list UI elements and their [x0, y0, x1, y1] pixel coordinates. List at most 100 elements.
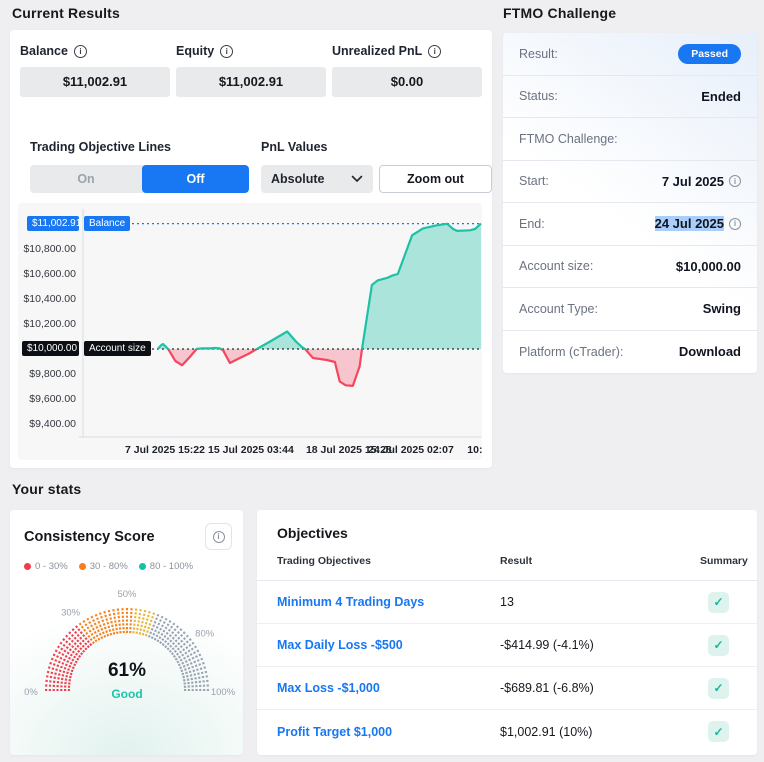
trading-objective-lines-label: Trading Objective Lines — [30, 140, 171, 154]
col-trading-objectives: Trading Objectives — [277, 555, 500, 567]
y-axis-label: $10,600.00 — [18, 268, 76, 280]
consistency-info-button[interactable]: i — [205, 523, 232, 550]
y-axis-label: $9,600.00 — [18, 393, 76, 405]
y-axis-label: $10,200.00 — [18, 318, 76, 330]
y-axis-label: $10,800.00 — [18, 243, 76, 255]
platform-download-link[interactable]: Download — [679, 344, 741, 359]
check-icon: ✓ — [708, 678, 729, 699]
chevron-down-icon — [351, 175, 363, 183]
challenge-type-row: FTMO Challenge: — [503, 118, 757, 161]
balance-label: Balance — [20, 44, 68, 58]
gauge-axis-label: 30% — [61, 607, 81, 618]
consistency-gauge: 0%30%50%80%100% 61% Good — [16, 565, 238, 745]
end-info-icon[interactable]: i — [729, 218, 741, 230]
y-axis-label: $9,400.00 — [18, 418, 76, 430]
balance-chart-svg — [18, 203, 482, 460]
account-type-value: Swing — [703, 301, 741, 316]
check-icon: ✓ — [708, 635, 729, 656]
info-icon: i — [213, 531, 225, 543]
x-axis-label: 10:3 — [467, 444, 482, 456]
x-axis-label: 7 Jul 2025 15:22 — [125, 444, 205, 456]
challenge-type-label: FTMO Challenge: — [519, 132, 618, 146]
objective-lines-toggle[interactable]: On Off — [30, 165, 249, 193]
start-info-icon[interactable]: i — [729, 175, 741, 187]
y-axis-label: $9,800.00 — [18, 368, 76, 380]
status-row: Status: Ended — [503, 76, 757, 119]
account-fields: Balancei $11,002.91 Equityi $11,002.91 U… — [10, 30, 492, 97]
objective-result: 13 — [500, 595, 700, 609]
check-icon: ✓ — [708, 592, 729, 613]
check-icon: ✓ — [708, 721, 729, 742]
account-size-row: Account size: $10,000.00 — [503, 246, 757, 289]
start-value: 7 Jul 2025 — [662, 174, 724, 189]
end-value: 24 Jul 2025 — [655, 216, 724, 231]
equity-value: $11,002.91 — [176, 67, 326, 97]
objective-result: $1,002.91 (10%) — [500, 725, 700, 739]
status-label: Status: — [519, 89, 558, 103]
gauge-rating: Good — [16, 687, 238, 701]
account-type-row: Account Type: Swing — [503, 288, 757, 331]
gauge-axis-label: 80% — [195, 629, 215, 640]
objective-row-max-daily-loss: Max Daily Loss -$500 -$414.99 (-4.1%) ✓ — [257, 624, 757, 667]
col-result: Result — [500, 555, 700, 567]
passed-badge: Passed — [678, 44, 741, 64]
your-stats-heading: Your stats — [12, 481, 81, 497]
start-row: Start: 7 Jul 2025 i — [503, 161, 757, 204]
platform-label: Platform (cTrader): — [519, 345, 623, 359]
unrealized-pnl-info-icon[interactable]: i — [428, 45, 441, 58]
challenge-summary-card: Result: Passed Status: Ended FTMO Challe… — [503, 33, 757, 373]
equity-label: Equity — [176, 44, 214, 58]
objective-row-max-loss: Max Loss -$1,000 -$689.81 (-6.8%) ✓ — [257, 667, 757, 710]
status-value: Ended — [701, 89, 741, 104]
equity-info-icon[interactable]: i — [220, 45, 233, 58]
objective-result: -$414.99 (-4.1%) — [500, 638, 700, 652]
pnl-values-label: PnL Values — [261, 140, 327, 154]
zoom-out-button[interactable]: Zoom out — [379, 165, 492, 193]
account-size-axis-badge: $10,000.00 — [22, 341, 79, 356]
end-row: End: 24 Jul 2025 i — [503, 203, 757, 246]
objectives-card: Objectives Trading Objectives Result Sum… — [257, 510, 757, 755]
start-label: Start: — [519, 174, 549, 188]
account-size-value: $10,000.00 — [676, 259, 741, 274]
ftmo-dashboard: Current Results Balance i $11,002.91 Equi… — [0, 0, 764, 762]
balance-axis-badge: $11,002.91 — [27, 216, 79, 231]
balance-value: $11,002.91 — [20, 67, 170, 97]
balance-field: Balance i $11,002.91 — [20, 44, 170, 97]
objective-link[interactable]: Minimum 4 Trading Days — [277, 595, 500, 609]
gauge-axis-label: 50% — [117, 589, 137, 600]
current-results-card: Balancei $11,002.91 Equityi $11,002.91 U… — [10, 30, 492, 468]
ftmo-challenge-heading: FTMO Challenge — [503, 5, 616, 21]
balance-info-icon[interactable]: i — [74, 45, 87, 58]
balance-line-label: Balance — [84, 216, 130, 231]
consistency-score-title: Consistency Score — [24, 529, 155, 545]
pnl-values-selected: Absolute — [271, 172, 324, 186]
platform-row: Platform (cTrader): Download — [503, 331, 757, 374]
account-size-line-label: Account size — [84, 341, 151, 356]
equity-field: Equityi $11,002.91 — [176, 44, 326, 97]
toggle-on-option[interactable]: On — [30, 165, 142, 193]
unrealized-pnl-label: Unrealized PnL — [332, 44, 422, 58]
unrealized-pnl-field: Unrealized PnL i $0.00 — [332, 44, 482, 97]
current-results-heading: Current Results — [12, 5, 120, 21]
balance-chart[interactable]: $11,002.91 Balance $10,000.00 Account si… — [18, 203, 482, 460]
y-axis-label: $10,400.00 — [18, 293, 76, 305]
objective-link[interactable]: Max Daily Loss -$500 — [277, 638, 500, 652]
objective-row-profit-target: Profit Target $1,000 $1,002.91 (10%) ✓ — [257, 710, 757, 753]
account-size-label: Account size: — [519, 259, 593, 273]
objective-link[interactable]: Max Loss -$1,000 — [277, 681, 500, 695]
gauge-svg: 0%30%50%80%100% — [16, 565, 238, 745]
unrealized-pnl-value: $0.00 — [332, 67, 482, 97]
objective-row-min-trading-days: Minimum 4 Trading Days 13 ✓ — [257, 581, 757, 624]
objectives-header-row: Trading Objectives Result Summary — [257, 541, 757, 581]
result-row: Result: Passed — [503, 33, 757, 76]
end-label: End: — [519, 217, 545, 231]
gauge-score-value: 61% — [16, 660, 238, 682]
objective-link[interactable]: Profit Target $1,000 — [277, 725, 500, 739]
x-axis-label: 15 Jul 2025 03:44 — [208, 444, 294, 456]
result-label: Result: — [519, 47, 558, 61]
toggle-off-option[interactable]: Off — [142, 165, 249, 193]
objective-result: -$689.81 (-6.8%) — [500, 681, 700, 695]
account-type-label: Account Type: — [519, 302, 598, 316]
pnl-values-dropdown[interactable]: Absolute — [261, 165, 373, 193]
col-summary: Summary — [700, 555, 748, 567]
